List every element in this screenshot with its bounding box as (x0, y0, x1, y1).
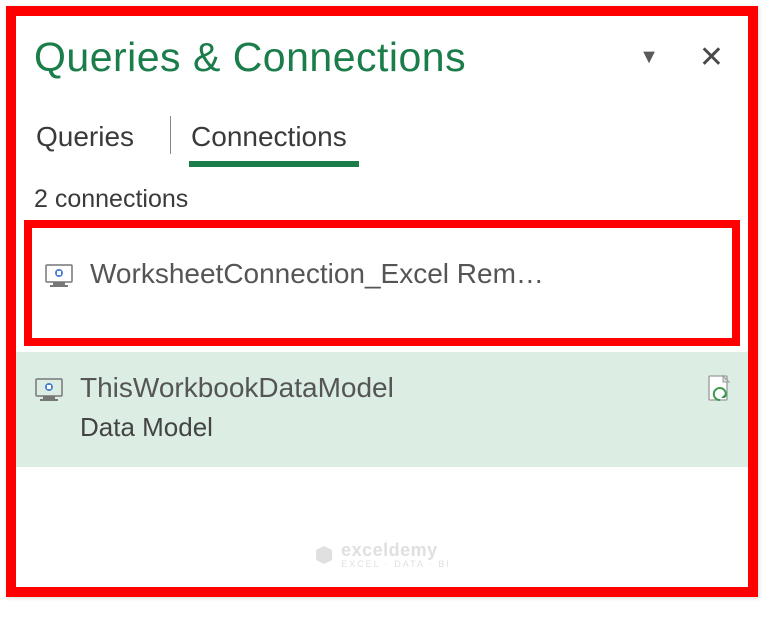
panel-header: Queries & Connections ▼ ✕ (16, 16, 748, 91)
watermark-logo-icon (313, 544, 335, 566)
connection-item[interactable]: ThisWorkbookDataModel Data Model (16, 352, 748, 467)
connection-subtitle: Data Model (80, 412, 706, 443)
tab-queries[interactable]: Queries (34, 115, 146, 165)
connection-text: WorksheetConnection_Excel Rem… (90, 258, 716, 290)
panel-menu-caret-icon[interactable]: ▼ (639, 46, 659, 69)
connection-name: WorksheetConnection_Excel Rem… (90, 258, 716, 290)
watermark-brand: exceldemy (341, 540, 438, 560)
tab-bar: Queries Connections (16, 91, 748, 165)
connection-item[interactable]: WorksheetConnection_Excel Rem… (24, 220, 740, 346)
tab-connections[interactable]: Connections (189, 115, 359, 165)
refresh-icon[interactable] (706, 374, 732, 409)
connection-count-label: 2 connections (16, 165, 748, 222)
connection-text: ThisWorkbookDataModel Data Model (80, 372, 706, 443)
connection-icon (44, 262, 76, 288)
panel-container: Queries & Connections ▼ ✕ Queries Connec… (6, 6, 758, 597)
panel-title: Queries & Connections (34, 34, 466, 81)
connections-list: WorksheetConnection_Excel Rem… ThisWorkb… (16, 220, 748, 467)
watermark: exceldemy EXCEL · DATA · BI (313, 540, 451, 569)
close-icon[interactable]: ✕ (699, 43, 724, 73)
watermark-text: exceldemy EXCEL · DATA · BI (341, 540, 451, 569)
connection-name: ThisWorkbookDataModel (80, 372, 706, 404)
connection-icon (34, 376, 66, 402)
watermark-tagline: EXCEL · DATA · BI (341, 559, 451, 569)
tab-divider (170, 116, 171, 154)
panel-controls: ▼ ✕ (639, 43, 724, 73)
